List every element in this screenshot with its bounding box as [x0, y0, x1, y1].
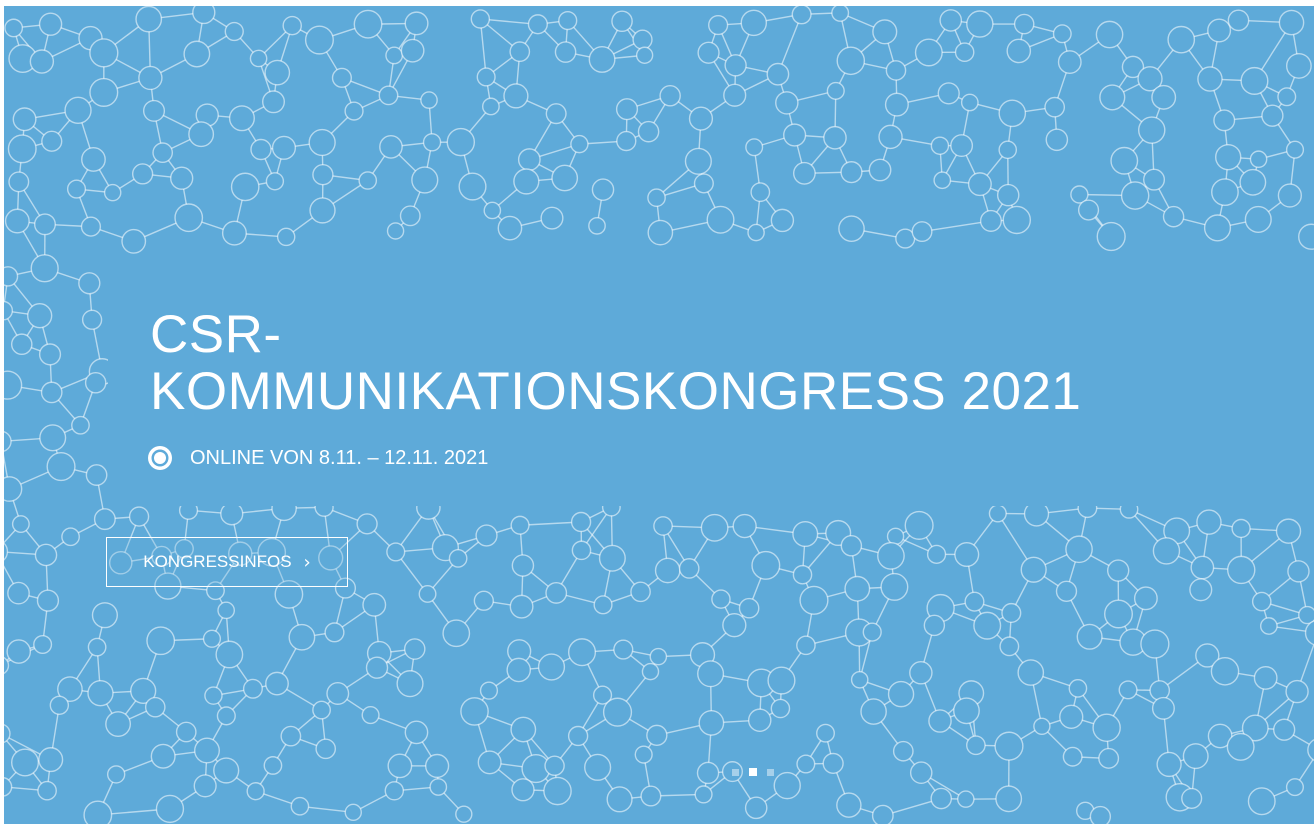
kongressinfos-button[interactable]: KONGRESSINFOS › [106, 537, 348, 587]
hero-banner: CSR- KOMMUNIKATIONSKONGRESS 2021 ONLINE … [4, 6, 1314, 824]
slider-dot-3[interactable] [767, 768, 774, 776]
event-date-line: ONLINE VON 8.11. – 12.11. 2021 [146, 443, 488, 473]
kongressinfos-button-label: KONGRESSINFOS [143, 552, 292, 571]
slider-pagination [732, 768, 774, 776]
title-line-1: CSR- [150, 305, 282, 364]
slider-dot-2[interactable] [749, 768, 757, 776]
chevron-right-icon: › [303, 551, 311, 573]
event-date-text: ONLINE VON 8.11. – 12.11. 2021 [190, 446, 489, 469]
title-line-2: KOMMUNIKATIONSKONGRESS 2021 [150, 362, 1082, 421]
target-circle-icon [148, 446, 172, 470]
slider-dot-1[interactable] [732, 768, 739, 776]
page-title: CSR- KOMMUNIKATIONSKONGRESS 2021 [150, 306, 1081, 420]
